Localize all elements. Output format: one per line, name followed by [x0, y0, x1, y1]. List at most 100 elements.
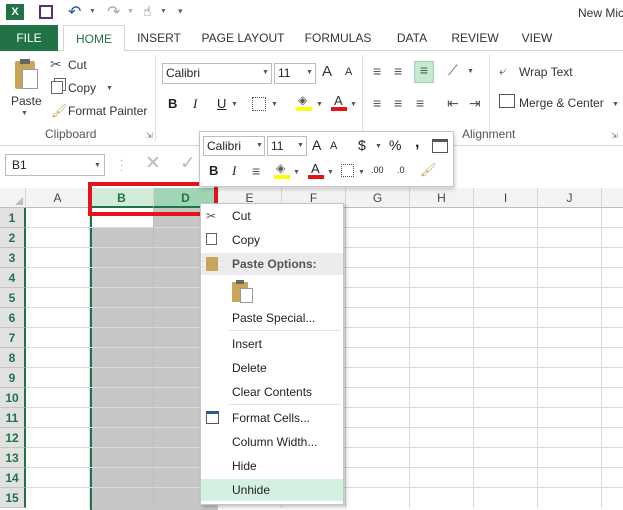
row-header-5[interactable]: 5: [0, 288, 26, 308]
fill-color-dropdown-icon[interactable]: ▼: [316, 101, 323, 108]
orientation-dropdown-icon[interactable]: ▼: [467, 68, 474, 75]
tab-review[interactable]: REVIEW: [445, 25, 505, 51]
row-header-14[interactable]: 14: [0, 468, 26, 488]
decrease-indent-icon[interactable]: ⇤: [447, 95, 459, 112]
row-header-7[interactable]: 7: [0, 328, 26, 348]
paste-icon[interactable]: [12, 59, 38, 91]
wrap-text-button[interactable]: Wrap Text: [519, 65, 573, 79]
font-name-box[interactable]: Calibri: [162, 63, 272, 84]
font-size-dropdown-icon[interactable]: ▼: [306, 69, 313, 76]
row-header-6[interactable]: 6: [0, 308, 26, 328]
grow-font-icon[interactable]: A: [322, 63, 332, 80]
row-header-3[interactable]: 3: [0, 248, 26, 268]
column-header-h[interactable]: H: [410, 188, 474, 208]
center-icon[interactable]: ≡: [394, 95, 402, 111]
mini-currency-button[interactable]: $: [358, 137, 366, 153]
mini-borders-icon[interactable]: [341, 164, 354, 177]
clipboard-launcher-icon[interactable]: ⇲: [146, 131, 153, 140]
tab-data[interactable]: DATA: [389, 25, 435, 51]
alignment-launcher-icon[interactable]: ⇲: [611, 131, 618, 140]
tab-formulas[interactable]: FORMULAS: [298, 25, 378, 51]
increase-indent-icon[interactable]: ⇥: [469, 95, 481, 112]
mini-grow-font-icon[interactable]: A: [312, 137, 321, 153]
paste-button[interactable]: Paste: [11, 94, 42, 108]
mini-font-color-icon[interactable]: A: [308, 161, 324, 179]
orientation-icon[interactable]: ⟋: [448, 62, 458, 79]
font-name-dropdown-icon[interactable]: ▼: [262, 69, 269, 76]
undo-icon[interactable]: ↶: [68, 2, 81, 22]
excel-logo-icon[interactable]: X: [6, 4, 24, 20]
customize-qat-icon[interactable]: ▾: [178, 6, 183, 17]
save-icon[interactable]: [39, 5, 53, 19]
mini-comma-button[interactable]: ,: [415, 134, 419, 152]
menu-item-cut[interactable]: ✂ Cut: [201, 205, 343, 227]
mini-align-center-icon[interactable]: ≡: [252, 163, 260, 179]
cancel-icon[interactable]: ✕: [145, 152, 161, 175]
middle-align-icon[interactable]: ≡: [394, 63, 402, 79]
italic-button[interactable]: I: [193, 96, 197, 112]
font-color-icon[interactable]: A: [331, 93, 347, 111]
merge-center-button[interactable]: Merge & Center: [519, 96, 604, 110]
mini-format-table-icon[interactable]: [432, 139, 448, 153]
column-header-k[interactable]: [602, 188, 623, 208]
undo-dropdown-icon[interactable]: ▼: [89, 8, 96, 15]
mini-shrink-font-icon[interactable]: A: [330, 140, 337, 152]
row-header-1[interactable]: 1: [0, 208, 26, 228]
menu-item-hide[interactable]: Hide: [201, 455, 343, 477]
touch-mode-icon[interactable]: ☝: [143, 3, 152, 20]
underline-button[interactable]: U: [217, 96, 226, 111]
shrink-font-icon[interactable]: A: [345, 66, 352, 78]
mini-fill-color-icon[interactable]: ◈: [274, 161, 290, 179]
mini-increase-decimal-icon[interactable]: .00: [371, 165, 384, 175]
mini-currency-dropdown-icon[interactable]: ▼: [375, 143, 382, 150]
format-painter-icon[interactable]: 🖌: [51, 103, 68, 119]
row-header-8[interactable]: 8: [0, 348, 26, 368]
borders-dropdown-icon[interactable]: ▼: [271, 101, 278, 108]
tab-insert[interactable]: INSERT: [132, 25, 186, 51]
mini-fill-color-dropdown-icon[interactable]: ▼: [293, 169, 300, 176]
menu-item-format-cells[interactable]: Format Cells...: [201, 407, 343, 429]
row-header-13[interactable]: 13: [0, 448, 26, 468]
bottom-align-icon[interactable]: ≡: [414, 61, 434, 83]
underline-dropdown-icon[interactable]: ▼: [231, 101, 238, 108]
cut-button[interactable]: Cut: [68, 58, 87, 72]
column-header-i[interactable]: I: [474, 188, 538, 208]
row-header-2[interactable]: 2: [0, 228, 26, 248]
tab-page-layout[interactable]: PAGE LAYOUT: [196, 25, 290, 51]
mini-font-name-dropdown-icon[interactable]: ▼: [256, 142, 263, 149]
bold-button[interactable]: B: [168, 96, 177, 111]
name-box[interactable]: B1: [5, 154, 105, 176]
menu-item-clear-contents[interactable]: Clear Contents: [201, 381, 343, 403]
row-header-11[interactable]: 11: [0, 408, 26, 428]
menu-item-column-width[interactable]: Column Width...: [201, 431, 343, 453]
borders-icon[interactable]: [252, 97, 266, 111]
column-header-a[interactable]: A: [26, 188, 90, 208]
enter-icon[interactable]: ✓: [180, 152, 196, 175]
copy-icon[interactable]: [51, 81, 63, 94]
name-box-dropdown-icon[interactable]: ▼: [94, 162, 101, 169]
tab-home[interactable]: HOME: [63, 25, 125, 52]
row-header-12[interactable]: 12: [0, 428, 26, 448]
redo-icon[interactable]: ↷: [107, 2, 120, 22]
paste-dropdown-icon[interactable]: ▼: [21, 110, 28, 117]
merge-center-icon[interactable]: [499, 94, 515, 108]
wrap-text-icon[interactable]: ⤶: [499, 63, 506, 79]
row-header-4[interactable]: 4: [0, 268, 26, 288]
mini-bold-button[interactable]: B: [209, 163, 218, 178]
mini-borders-dropdown-icon[interactable]: ▼: [358, 169, 365, 176]
column-header-g[interactable]: G: [346, 188, 410, 208]
row-header-10[interactable]: 10: [0, 388, 26, 408]
mini-font-color-dropdown-icon[interactable]: ▼: [327, 169, 334, 176]
mini-font-size-dropdown-icon[interactable]: ▼: [297, 142, 304, 149]
mini-italic-button[interactable]: I: [232, 163, 236, 179]
font-color-dropdown-icon[interactable]: ▼: [350, 101, 357, 108]
paste-option-paste-icon[interactable]: [232, 280, 254, 304]
align-right-icon[interactable]: ≡: [416, 95, 424, 111]
tab-file[interactable]: FILE: [0, 25, 58, 51]
menu-item-insert[interactable]: Insert: [201, 333, 343, 355]
redo-dropdown-icon[interactable]: ▼: [127, 8, 134, 15]
copy-button[interactable]: Copy: [68, 81, 96, 95]
fill-color-icon[interactable]: ◈: [296, 93, 312, 111]
touch-dropdown-icon[interactable]: ▼: [160, 8, 167, 15]
cut-icon[interactable]: ✂: [50, 56, 62, 73]
